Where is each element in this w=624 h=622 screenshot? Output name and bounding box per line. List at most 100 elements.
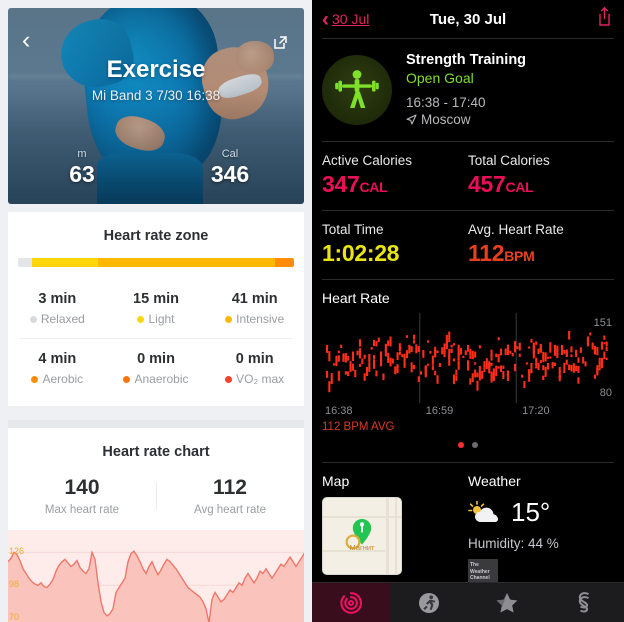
zone-bar-segment-1: [31, 258, 99, 267]
stat-unit: CAL: [359, 179, 388, 195]
stat-unit: m: [77, 148, 87, 160]
card-separator-band: [8, 420, 304, 428]
workout-goal: Open Goal: [406, 70, 474, 86]
zone-name: Aerobic: [42, 372, 84, 386]
map-section[interactable]: Map Магнит: [322, 473, 468, 585]
zone-label: Relaxed: [8, 312, 107, 326]
stat-active-calories: Active Calories 347CAL: [322, 153, 468, 198]
zone-color-dot: [123, 375, 131, 383]
zone-name: Relaxed: [40, 312, 85, 326]
location-arrow-icon: [406, 114, 417, 125]
stat-distance: m 63: [8, 148, 156, 188]
page-indicator[interactable]: [322, 433, 614, 456]
avg-heart-rate: 112 Avg heart rate: [156, 476, 304, 516]
strava-s-icon: [578, 591, 590, 612]
heart-rate-avg-label: 112 BPM AVG: [322, 421, 395, 433]
tab-strava[interactable]: [546, 583, 624, 622]
zone-cell-aerobic: 4 min Aerobic: [8, 347, 107, 396]
mi-fit-panel: ‹ Exercise Mi Band 3 7/30 16:38 m 63 Cal…: [0, 0, 312, 622]
max-heart-rate: 140 Max heart rate: [8, 476, 156, 516]
page-title: Exercise: [106, 56, 206, 83]
max-hr-label: Max heart rate: [44, 504, 120, 516]
heart-rate-time-label: 16:38: [325, 405, 353, 417]
share-icon[interactable]: [595, 6, 614, 32]
stat-value: 112BPM: [468, 240, 614, 267]
map-weather-row: Map Магнит Weather 15° Humidity: 44 % Th…: [312, 463, 624, 585]
heart-rate-section[interactable]: Heart Rate 151 80 16:38 16:59 17:20 112 BPM…: [312, 280, 624, 462]
chart-axis-label: 70: [9, 612, 20, 622]
time-hr-stats-row: Total Time 1:02:28 Avg. Heart Rate 112BP…: [312, 211, 624, 279]
heart-rate-axis-tick: 80: [599, 387, 612, 399]
zone-cell-relaxed: 3 min Relaxed: [8, 287, 107, 336]
stat-number: 1:02:28: [322, 240, 400, 266]
heart-rate-summary: 140 Max heart rate 112 Avg heart rate: [8, 474, 304, 530]
stat-key: Total Calories: [468, 153, 550, 168]
heart-rate-time-label: 16:59: [425, 405, 454, 417]
heart-rate-chart-card: Heart rate chart 140 Max heart rate 112 …: [8, 428, 304, 622]
zone-distribution-bar: [18, 258, 294, 267]
tab-activity[interactable]: [312, 583, 390, 622]
stat-unit: BPM: [504, 248, 535, 264]
back-label: 30 Jul: [332, 11, 370, 27]
tab-workout[interactable]: [390, 583, 468, 622]
stat-unit: CAL: [505, 179, 534, 195]
weather-current: 15°: [468, 497, 614, 528]
zone-name: Light: [148, 312, 175, 326]
heart-rate-area-chart: 126 98 70: [8, 530, 304, 622]
weather-section: Weather 15° Humidity: 44 % The Weather Cha…: [468, 473, 614, 585]
zone-label: Light: [107, 312, 206, 326]
zone-color-dot: [225, 375, 233, 383]
zone-cell-intensive: 41 min Intensive: [205, 287, 304, 336]
zone-color-dot: [29, 315, 37, 323]
page-dot-0[interactable]: [458, 442, 464, 448]
zone-label: Aerobic: [8, 372, 107, 386]
stat-total-time: Total Time 1:02:28: [322, 222, 468, 267]
stat-key: Total Time: [322, 222, 384, 237]
zone-row-top: 3 min Relaxed 15 min Light 41 min Intensive: [8, 287, 304, 336]
page-dot-1[interactable]: [472, 442, 478, 448]
heart-rate-time-axis: 16:38 16:59 17:20: [322, 405, 614, 420]
stat-avg-heart-rate: Avg. Heart Rate 112BPM: [468, 222, 614, 267]
workout-time-range: 16:38 - 17:40: [406, 95, 486, 110]
card-gap: [8, 406, 304, 420]
zone-divider: [20, 338, 292, 339]
running-figure-icon: [419, 592, 439, 613]
chart-axis-label: 98: [9, 579, 20, 590]
stat-number: 112: [468, 240, 505, 266]
back-to-date-button[interactable]: ‹ 30 Jul: [322, 7, 370, 31]
zone-name: Intensive: [236, 312, 285, 326]
avg-hr-value: 112: [213, 476, 247, 499]
back-button[interactable]: ‹: [22, 28, 44, 53]
navigation-bar: ‹ 30 Jul Tue, 30 Jul: [312, 0, 624, 38]
zone-cell-vo-max: 0 min VO₂ max: [205, 347, 304, 396]
heart-rate-time-label: 17:20: [522, 405, 550, 417]
calorie-stats-row: Active Calories 347CAL Total Calories 45…: [312, 142, 624, 210]
zone-time: 0 min: [137, 351, 175, 367]
zone-row-bottom: 4 min Aerobic 0 min Anaerobic 0 min VO₂ max: [8, 347, 304, 396]
map-thumbnail[interactable]: Магнит: [322, 497, 402, 575]
workout-summary-header: Strength Training Open Goal 16:38 - 17:4…: [312, 39, 624, 141]
zone-name: Anaerobic: [134, 372, 189, 386]
zone-label: Intensive: [205, 312, 304, 326]
share-icon[interactable]: [270, 32, 290, 52]
location-label: Moscow: [421, 112, 471, 127]
stat-value: 457CAL: [468, 171, 614, 198]
tab-awards[interactable]: [468, 583, 546, 622]
heart-rate-title: Heart Rate: [322, 290, 390, 306]
zone-card-title: Heart rate zone: [103, 228, 209, 244]
apple-activity-panel: ‹ 30 Jul Tue, 30 Jul Strength Training O…: [312, 0, 624, 622]
workout-meta: Strength Training Open Goal 16:38 - 17:4…: [406, 52, 526, 127]
map-poi-label: Магнит: [349, 543, 375, 552]
zone-bar-segment-2: [98, 258, 275, 267]
zone-time: 3 min: [38, 291, 77, 307]
map-title: Map: [322, 473, 350, 489]
zone-color-dot: [137, 315, 145, 323]
chevron-left-icon: ‹: [322, 7, 329, 31]
heart-rate-scatter-chart: 151 80: [322, 313, 614, 403]
hero-stats: m 63 Cal 346: [8, 148, 304, 188]
weather-temperature: 15°: [511, 497, 551, 527]
activity-rings-icon: [340, 591, 362, 614]
zone-time: 4 min: [38, 351, 77, 367]
zone-color-dot: [31, 375, 39, 383]
stat-number: 457: [468, 171, 506, 197]
